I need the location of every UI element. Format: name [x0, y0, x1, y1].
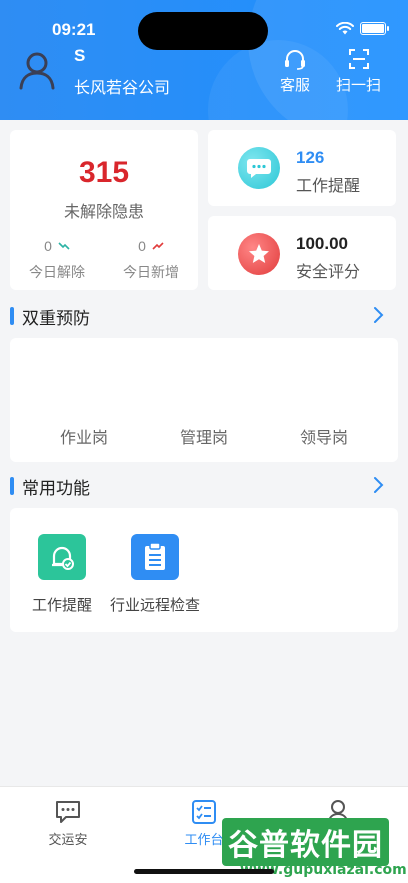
today-resolved[interactable]: 0 今日解除 — [10, 238, 104, 282]
company-name: 长风若谷公司 — [74, 80, 171, 97]
tab-management-post[interactable]: 管理岗 — [154, 424, 254, 448]
today-new[interactable]: 0 今日新增 — [104, 238, 198, 282]
common-functions-title: 常用功能 — [22, 478, 90, 498]
func-work-reminder[interactable]: 工作提醒 — [32, 534, 92, 615]
dual-prevention-title: 双重预防 — [22, 308, 90, 328]
status-time: 09:21 — [52, 20, 96, 39]
tab-jiaoyunan[interactable]: 交运安 — [28, 799, 108, 848]
safety-score-value: 100.00 — [296, 234, 348, 253]
safety-score-card[interactable]: 100.00 安全评分 — [208, 216, 396, 290]
prevention-tabs: 作业岗 管理岗 领导岗 — [10, 424, 398, 448]
func-remote-inspection-label: 行业远程检查 — [110, 597, 201, 614]
battery-icon — [360, 22, 389, 35]
today-new-value: 0 — [138, 238, 146, 254]
chevron-right-icon[interactable] — [372, 476, 384, 494]
func-remote-inspection[interactable]: 行业远程检查 — [110, 534, 200, 615]
hazard-label: 未解除隐患 — [63, 204, 144, 221]
customer-service-label: 客服 — [280, 77, 311, 94]
today-new-label: 今日新增 — [123, 264, 179, 280]
today-resolved-value: 0 — [44, 238, 52, 254]
star-icon — [238, 233, 280, 275]
user-name: S — [74, 46, 86, 65]
trend-up-icon — [152, 242, 164, 250]
customer-service-button[interactable]: 客服 — [280, 48, 310, 95]
clipboard-icon — [131, 534, 179, 580]
today-resolved-label: 今日解除 — [29, 264, 85, 280]
watermark-title: 谷普软件园 — [222, 818, 389, 866]
chat-icon — [56, 801, 80, 823]
scan-label: 扫一扫 — [336, 77, 382, 94]
headset-icon — [285, 50, 305, 70]
func-work-reminder-label: 工作提醒 — [32, 597, 93, 614]
common-functions-card: 工作提醒 行业远程检查 — [10, 508, 398, 632]
scan-button[interactable]: 扫一扫 — [336, 48, 381, 95]
wifi-icon — [336, 22, 354, 35]
work-reminder-value: 126 — [296, 148, 325, 167]
dual-prevention-header[interactable]: 双重预防 — [10, 302, 398, 330]
tab-jiaoyunan-label: 交运安 — [48, 832, 88, 847]
work-reminder-card[interactable]: 126 工作提醒 — [208, 130, 396, 206]
hazard-count: 315 — [78, 156, 130, 189]
dual-prevention-card: 作业岗 管理岗 领导岗 — [10, 338, 398, 462]
message-icon — [238, 147, 280, 189]
header: 09:21 S 长风若谷公司 客服 扫一扫 — [0, 0, 408, 120]
common-functions-header[interactable]: 常用功能 — [10, 472, 398, 500]
section-accent-bar — [10, 477, 14, 495]
chevron-right-icon[interactable] — [372, 306, 384, 324]
checklist-icon — [192, 800, 216, 824]
hazard-card[interactable]: 315 未解除隐患 0 今日解除 0 今日新增 — [10, 130, 198, 290]
section-accent-bar — [10, 307, 14, 325]
tab-leader-post[interactable]: 领导岗 — [274, 424, 374, 448]
status-icons — [336, 22, 389, 35]
dynamic-island — [138, 12, 268, 50]
trend-down-icon — [58, 242, 70, 250]
tab-operation-post[interactable]: 作业岗 — [34, 424, 134, 448]
avatar[interactable] — [16, 48, 58, 90]
scan-icon — [348, 49, 369, 69]
work-reminder-label: 工作提醒 — [296, 178, 361, 195]
bell-check-icon — [38, 534, 86, 580]
home-indicator — [134, 869, 274, 874]
tab-workbench-label: 工作台 — [184, 832, 224, 847]
safety-score-label: 安全评分 — [296, 264, 361, 281]
